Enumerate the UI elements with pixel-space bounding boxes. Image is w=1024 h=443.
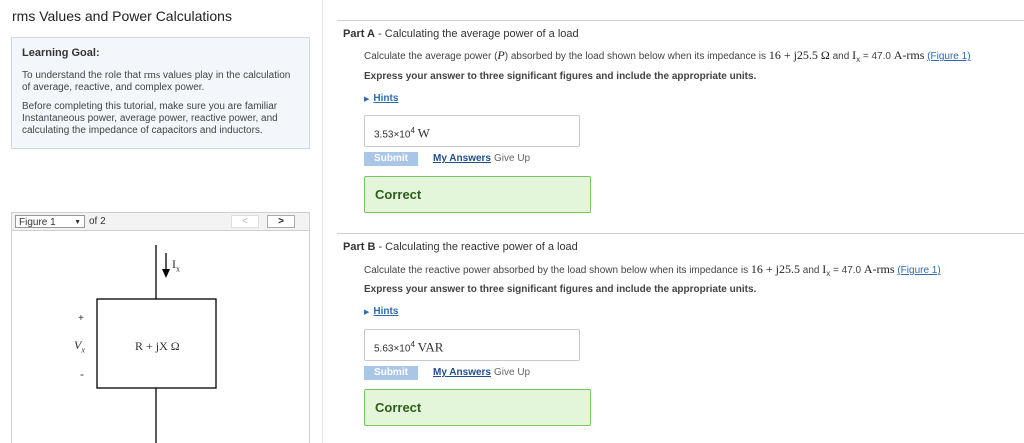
prerequisite-text: Before completing this tutorial, make su… — [22, 101, 299, 137]
caret-right-icon: ▶ — [364, 96, 370, 103]
page-title: rms Values and Power Calculations — [12, 8, 232, 24]
part-b-answer-field[interactable]: 5.63×104 VAR — [364, 329, 580, 361]
caret-right-icon: ▶ — [364, 309, 370, 316]
part-a-figure-link[interactable]: (Figure 1) — [927, 51, 970, 62]
part-a-instr-pre: Calculate the average power ( — [364, 51, 498, 62]
prereq-line3: calculating the impedance of capacitors … — [22, 125, 263, 136]
part-a-my-answers-link[interactable]: My Answers — [433, 153, 491, 164]
part-b-impedance: 16 + j25.5 — [750, 262, 800, 276]
part-a-correct-banner: Correct — [364, 176, 591, 213]
figure-next-button[interactable]: > — [267, 215, 295, 228]
current-arrow-head — [162, 269, 170, 278]
part-a-impedance: 16 + j25.5 Ω — [768, 48, 830, 62]
minus-sign: - — [80, 367, 84, 381]
part-a-title: Part A - Calculating the average power o… — [343, 28, 579, 40]
figure-prev-button[interactable]: < — [231, 215, 259, 228]
part-b-current-unit: A-rms — [863, 262, 895, 276]
part-b-divider — [337, 233, 1024, 234]
part-b-give-up-link[interactable]: Give Up — [494, 367, 530, 378]
prereq-line2: Instantaneous power, average power, reac… — [22, 113, 278, 124]
figure-select[interactable]: Figure 1 ▼ — [15, 215, 85, 228]
plus-sign: + — [78, 313, 84, 324]
chevron-down-icon: ▼ — [74, 219, 81, 226]
part-a-instr-p: P — [497, 48, 505, 62]
part-a-express: Express your answer to three significant… — [364, 71, 757, 82]
part-b-express: Express your answer to three significant… — [364, 284, 757, 295]
part-b-current-value: = 47.0 — [830, 265, 864, 276]
part-b-label: Part B — [343, 241, 376, 253]
part-a-give-up-link[interactable]: Give Up — [494, 153, 530, 164]
figure-count: of 2 — [89, 216, 106, 227]
part-a-instr-mid: ) absorbed by the load shown below when … — [504, 51, 769, 62]
goal-text-rms: rms — [143, 69, 161, 81]
prereq-line1: Before completing this tutorial, make su… — [22, 101, 278, 112]
goal-text-pre: To understand the role that — [22, 70, 144, 81]
part-b-answer-value: 5.63×10 — [374, 343, 411, 355]
part-b-title-text: - Calculating the reactive power of a lo… — [375, 241, 578, 253]
part-a-label: Part A — [343, 28, 375, 40]
current-label-sub: x — [176, 264, 180, 274]
part-b-answer-exp: 4 — [410, 340, 415, 349]
voltage-label: Vx — [74, 338, 85, 354]
goal-text-post: values play in the calculation — [160, 70, 291, 81]
part-a-hints[interactable]: ▶ Hints — [364, 93, 398, 104]
part-a-divider — [337, 20, 1024, 21]
part-a-current-value: = 47.0 — [860, 51, 894, 62]
learning-goal-text: To understand the role that rms values p… — [22, 69, 299, 94]
current-label: Ix — [172, 257, 180, 273]
part-a-answer-exp: 4 — [410, 126, 415, 135]
part-b-instr-and: and — [800, 265, 823, 276]
part-b-correct-banner: Correct — [364, 389, 591, 426]
part-b-hints[interactable]: ▶ Hints — [364, 306, 398, 317]
impedance-label: R + jX Ω — [135, 339, 180, 353]
learning-goal-heading: Learning Goal: — [22, 47, 100, 59]
part-b-answer-unit: VAR — [417, 339, 444, 355]
part-a-submit-button[interactable]: Submit — [364, 152, 418, 166]
part-b-instr-pre: Calculate the reactive power absorbed by… — [364, 265, 751, 276]
part-b-my-answers-link[interactable]: My Answers — [433, 367, 491, 378]
part-b-instructions: Calculate the reactive power absorbed by… — [364, 262, 941, 278]
part-b-title: Part B - Calculating the reactive power … — [343, 241, 578, 253]
part-a-answer-field[interactable]: 3.53×104 W — [364, 115, 580, 147]
goal-text-line2: of average, reactive, and complex power. — [22, 82, 205, 93]
part-a-hints-label: Hints — [373, 93, 399, 104]
part-a-current-unit: A-rms — [893, 48, 925, 62]
learning-goal-box: Learning Goal: To understand the role th… — [11, 37, 310, 149]
part-a-answer-value: 3.53×10 — [374, 129, 411, 141]
part-a-answer-unit: W — [417, 125, 430, 141]
part-a-title-text: - Calculating the average power of a loa… — [375, 28, 579, 40]
part-b-figure-link[interactable]: (Figure 1) — [897, 265, 940, 276]
voltage-label-sub: x — [81, 345, 85, 355]
circuit-diagram — [96, 245, 217, 443]
part-a-instr-and: and — [829, 51, 853, 62]
panel-divider — [322, 0, 323, 443]
part-a-instructions: Calculate the average power (P) absorbed… — [364, 48, 971, 64]
figure-select-value: Figure 1 — [19, 217, 56, 228]
part-b-submit-button[interactable]: Submit — [364, 366, 418, 380]
part-b-hints-label: Hints — [373, 306, 399, 317]
